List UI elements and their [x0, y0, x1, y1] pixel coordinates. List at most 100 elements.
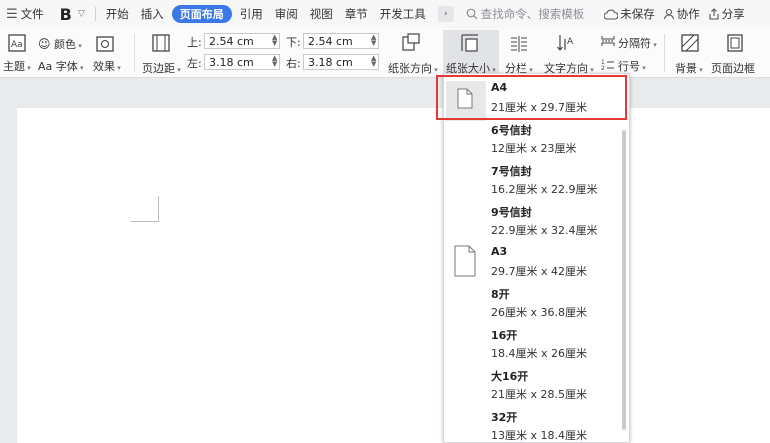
- bold-button[interactable]: B: [50, 0, 76, 28]
- stepper-icon[interactable]: ▲ ▼: [371, 55, 376, 68]
- margins-icon[interactable]: [152, 34, 170, 52]
- svg-text:2: 2: [601, 65, 605, 70]
- paper-size-name: 7号信封: [491, 165, 532, 178]
- color-label: 颜色: [54, 38, 77, 51]
- paper-size-name: 9号信封: [491, 206, 532, 219]
- margin-top-label: 上:: [187, 36, 202, 49]
- tab-chapter[interactable]: 章节: [339, 0, 374, 28]
- margin-right-label: 右:: [286, 57, 301, 70]
- page-setup-icon[interactable]: [96, 36, 114, 52]
- effect-button[interactable]: 效果 ▾: [93, 58, 121, 74]
- tab-references[interactable]: 引用: [234, 0, 269, 28]
- chevron-down-icon[interactable]: ▽: [76, 9, 91, 19]
- font-button[interactable]: Aa 字体 ▾: [38, 58, 84, 74]
- paper-size-dims: 12厘米 x 23厘米: [491, 142, 577, 155]
- unsaved-status[interactable]: 未保存: [600, 0, 659, 28]
- stepper-icon[interactable]: ▲ ▼: [371, 34, 376, 47]
- tab-view[interactable]: 视图: [304, 0, 339, 28]
- svg-text:A: A: [567, 37, 574, 47]
- columns-icon[interactable]: [509, 35, 529, 53]
- margins-label: 页边距: [142, 62, 175, 75]
- breaks-button[interactable]: 分隔符 ▾: [618, 35, 657, 51]
- margin-left-input[interactable]: [204, 54, 280, 70]
- theme-label: 主题: [3, 60, 25, 73]
- color-button[interactable]: ☺ 颜色 ▾: [38, 36, 82, 52]
- paper-size-dims: 26厘米 x 36.8厘米: [491, 306, 587, 319]
- paper-size-option[interactable]: 大16开 21厘米 x 28.5厘米: [444, 366, 629, 406]
- tab-developer[interactable]: 开发工具: [374, 0, 432, 28]
- background-button[interactable]: 背景 ▾: [675, 60, 703, 76]
- margin-bottom-input[interactable]: [303, 33, 379, 49]
- paper-size-name: 6号信封: [491, 124, 532, 137]
- file-menu[interactable]: ☰ 文件: [0, 0, 50, 28]
- unsaved-label: 未保存: [620, 7, 655, 21]
- palette-icon: ☺: [38, 37, 51, 51]
- paper-size-dims: 21厘米 x 28.5厘米: [491, 388, 587, 401]
- document-page[interactable]: [17, 108, 770, 443]
- tab-home[interactable]: 开始: [100, 0, 135, 28]
- svg-text:Aa: Aa: [11, 40, 23, 50]
- paper-size-button[interactable]: 纸张大小 ▾: [443, 30, 499, 75]
- background-icon[interactable]: [681, 34, 699, 52]
- divider: [134, 34, 135, 72]
- orientation-button[interactable]: 纸张方向 ▾: [388, 60, 438, 76]
- margin-top-input[interactable]: [204, 33, 280, 49]
- text-direction-icon[interactable]: A: [556, 33, 576, 53]
- hamburger-icon: ☰: [6, 6, 18, 22]
- paper-size-option[interactable]: 7号信封 16.2厘米 x 22.9厘米: [444, 161, 629, 201]
- effect-label: 效果: [93, 60, 115, 73]
- tab-insert[interactable]: 插入: [135, 0, 170, 28]
- paper-size-name: 32开: [491, 411, 518, 424]
- paper-size-option[interactable]: 8开 26厘米 x 36.8厘米: [444, 284, 629, 324]
- share-icon: [709, 8, 719, 20]
- paper-size-option[interactable]: 32开 13厘米 x 18.4厘米: [444, 407, 629, 443]
- divider: [664, 34, 665, 72]
- collab-label: 协作: [676, 7, 700, 21]
- paper-size-dims: 18.4厘米 x 26厘米: [491, 347, 587, 360]
- share-button[interactable]: 分享: [704, 0, 749, 28]
- font-label: Aa 字体: [38, 60, 78, 73]
- tab-page-layout[interactable]: 页面布局: [171, 5, 232, 23]
- divider: [94, 7, 96, 21]
- stepper-icon[interactable]: ▲ ▼: [272, 55, 277, 68]
- tab-review[interactable]: 审阅: [269, 0, 304, 28]
- orientation-label: 纸张方向: [388, 62, 432, 75]
- document-icon: [454, 245, 476, 277]
- margin-left-label: 左:: [187, 57, 202, 70]
- selection-highlight-box: [436, 75, 627, 120]
- collab-button[interactable]: 协作: [659, 0, 704, 28]
- paper-size-option[interactable]: 16开 18.4厘米 x 26厘米: [444, 325, 629, 365]
- margin-right-input[interactable]: [303, 54, 379, 70]
- line-numbers-label: 行号: [618, 60, 640, 73]
- paper-size-name: 16开: [491, 329, 518, 342]
- theme-icon[interactable]: Aa: [8, 34, 26, 52]
- background-label: 背景: [675, 62, 697, 75]
- dropdown-scrollbar[interactable]: [622, 130, 626, 430]
- line-numbers-button[interactable]: 行号 ▾: [618, 58, 646, 74]
- margins-button[interactable]: 页边距 ▾: [142, 60, 181, 76]
- search-placeholder: 查找命令、搜索模板: [480, 7, 585, 21]
- page-border-icon[interactable]: [726, 34, 744, 52]
- paper-size-option[interactable]: 9号信封 22.9厘米 x 32.4厘米: [444, 202, 629, 242]
- more-tabs-icon[interactable]: ›: [437, 6, 454, 22]
- theme-button[interactable]: 主题 ▾: [3, 58, 31, 74]
- stepper-icon[interactable]: ▲ ▼: [272, 34, 277, 47]
- paper-size-icon: [461, 34, 478, 52]
- menu-bar: ☰ 文件 B ▽ 开始 插入 页面布局 引用 审阅 视图 章节 开发工具 › 查…: [0, 0, 770, 28]
- file-menu-label: 文件: [20, 7, 44, 21]
- paper-size-option[interactable]: A3 29.7厘米 x 42厘米: [444, 243, 629, 283]
- paper-size-dims: 22.9厘米 x 32.4厘米: [491, 224, 598, 237]
- paper-size-dropdown: A4 21厘米 x 29.7厘米 6号信封 12厘米 x 23厘米 7号信封 1…: [443, 73, 630, 443]
- command-search[interactable]: 查找命令、搜索模板: [460, 0, 591, 28]
- paper-size-option[interactable]: 6号信封 12厘米 x 23厘米: [444, 120, 629, 160]
- paper-size-name: 8开: [491, 288, 510, 301]
- line-numbers-icon[interactable]: 1 2: [601, 58, 615, 70]
- paper-size-dims: 13厘米 x 18.4厘米: [491, 429, 587, 442]
- breaks-icon[interactable]: [601, 35, 615, 47]
- paper-size-name: A3: [491, 245, 508, 258]
- paper-size-name: 大16开: [491, 370, 529, 383]
- orientation-icon[interactable]: [401, 32, 421, 52]
- cloud-icon: [604, 9, 619, 20]
- breaks-label: 分隔符: [618, 37, 651, 50]
- page-border-button[interactable]: 页面边框: [711, 60, 755, 76]
